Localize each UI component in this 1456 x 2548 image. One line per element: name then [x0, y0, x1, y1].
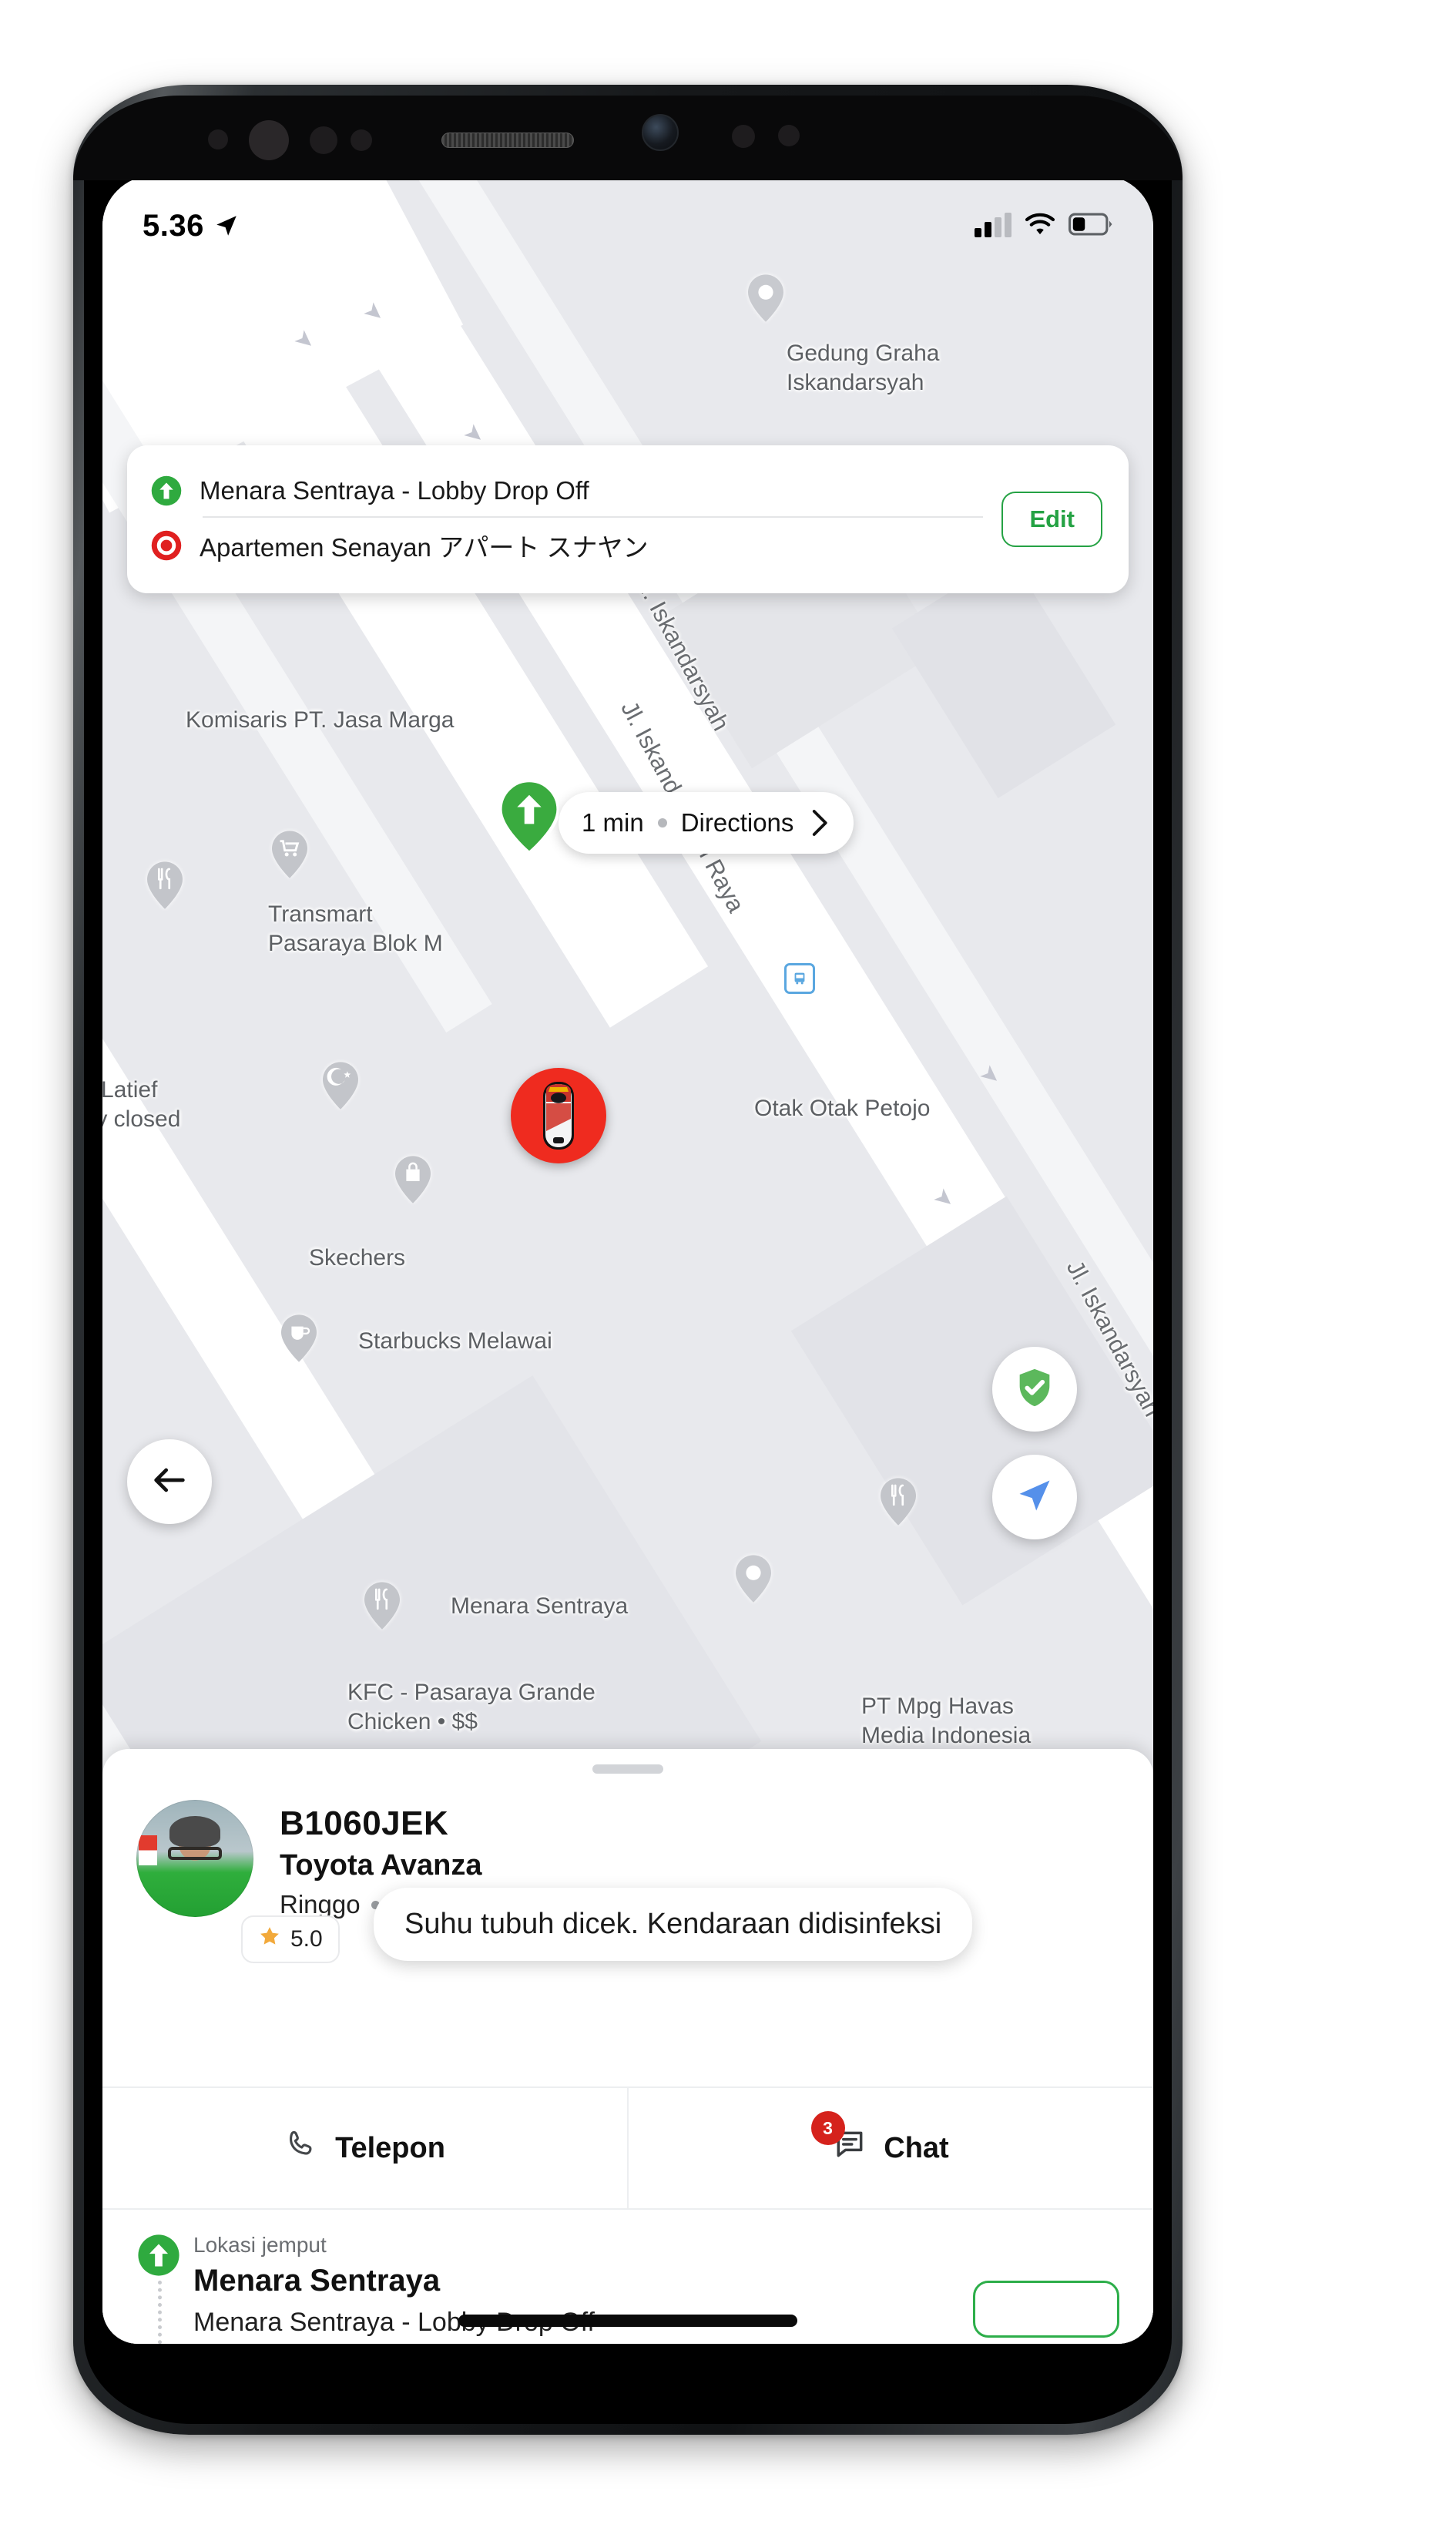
battery-icon	[1069, 213, 1113, 240]
navigation-arrow-icon	[213, 213, 240, 239]
call-button-label: Telepon	[335, 2131, 445, 2164]
sensor-dot	[310, 126, 337, 154]
pickup-arrow-pin-icon[interactable]	[498, 778, 560, 855]
chevron-right-icon	[807, 807, 830, 838]
map-poi-label: ALatief ily closed	[102, 1076, 180, 1133]
map-poi-label: KFC - Pasaraya Grande Chicken • $$	[347, 1678, 595, 1736]
pickup-arrow-icon	[150, 475, 183, 507]
map-poi-label: Gedung Graha Iskandarsyah	[787, 339, 939, 397]
map-poi-label-line2: Iskandarsyah	[787, 369, 924, 395]
status-bar: 5.36	[102, 199, 1153, 253]
trip-address-card: Menara Sentraya - Lobby Drop Off Apartem…	[127, 445, 1129, 593]
map-poi-label-line2: ily closed	[102, 1106, 181, 1132]
bag-icon	[395, 1156, 431, 1204]
map-poi-label-line1: KFC - Pasaraya Grande	[347, 1680, 595, 1705]
map-poi-label-line1: PT Mpg Havas	[861, 1694, 1014, 1719]
star-icon	[258, 1925, 281, 1954]
locate-me-button[interactable]	[992, 1455, 1077, 1539]
directions-pill[interactable]: 1 min Directions	[559, 792, 854, 854]
shopping-cart-icon	[272, 831, 307, 878]
chat-button-label: Chat	[884, 2131, 949, 2164]
sensor-dot	[351, 129, 372, 151]
car-top-view-icon[interactable]	[511, 1068, 606, 1163]
shield-check-icon	[1012, 1365, 1057, 1414]
restaurant-icon	[364, 1582, 400, 1630]
status-badge: 5.0	[241, 1915, 340, 1963]
map-poi-label-line2: Pasaraya Blok M	[268, 930, 443, 956]
driver-plate: B1060JEK	[280, 1804, 449, 1842]
bottom-action-button[interactable]	[973, 2281, 1119, 2338]
phone-screen: ➤ ➤ ➤ ➤ ➤ Jl. Iskandarsyah Jl. Iskandars…	[102, 176, 1153, 2344]
separator-dot	[657, 818, 667, 828]
map-poi-label: Transmart Pasaraya Blok M	[268, 900, 443, 958]
call-button[interactable]: Telepon	[102, 2088, 627, 2208]
pickup-address-text: Menara Sentraya - Lobby Drop Off	[200, 476, 589, 505]
map-poi-label-line1: Gedung Graha	[787, 341, 940, 366]
directions-label: Directions	[680, 808, 794, 837]
generic-place-icon	[736, 1555, 771, 1603]
chat-unread-badge: 3	[810, 2111, 845, 2145]
edit-button[interactable]: Edit	[1001, 492, 1102, 547]
pickup-text: Lokasi jemput Menara Sentraya Menara Sen…	[186, 2233, 595, 2344]
pickup-title: Menara Sentraya	[193, 2264, 441, 2298]
cellular-signal-icon	[975, 213, 1011, 237]
rating-value: 5.0	[290, 1926, 323, 1952]
arrow-left-icon	[149, 1460, 190, 1504]
map-poi-label-line1: ALatief	[102, 1077, 158, 1103]
eta-text: 1 min	[582, 808, 644, 837]
mosque-icon	[323, 1062, 358, 1110]
driver-bottom-sheet: B1060JEK Toyota Avanza Ringgo Sedang men…	[102, 1749, 1153, 2344]
driver-vehicle: Toyota Avanza	[280, 1849, 482, 1882]
pickup-address-row[interactable]: Menara Sentraya - Lobby Drop Off	[150, 465, 983, 516]
chat-button[interactable]: 3 Chat	[627, 2088, 1153, 2208]
map-poi-label-line2: Chicken • $$	[347, 1708, 478, 1734]
safety-tooltip: Suhu tubuh dicek. Kendaraan didisinfeksi	[374, 1888, 973, 1961]
map-poi-label: Komisaris PT. Jasa Marga	[186, 707, 455, 733]
generic-place-icon	[748, 274, 783, 322]
wifi-icon	[1024, 212, 1056, 240]
map-poi-label: Starbucks Melawai	[358, 1328, 552, 1354]
map-poi-label: Skechers	[309, 1245, 406, 1271]
route-dotted-line	[158, 2281, 162, 2344]
map-poi-label: Otak Otak Petojo	[754, 1096, 931, 1121]
avatar-hair	[169, 1816, 221, 1847]
phone-sensor-strip	[73, 96, 1183, 180]
restaurant-icon	[147, 861, 183, 909]
avatar-background-flag	[139, 1835, 158, 1866]
avatar[interactable]	[136, 1800, 253, 1917]
pickup-arrow-icon	[136, 2234, 181, 2281]
driver-action-row: Telepon 3 Chat	[102, 2086, 1153, 2210]
restaurant-icon	[881, 1478, 916, 1526]
navigation-locate-icon	[1015, 1475, 1055, 1519]
map-poi-label: Menara Sentraya	[451, 1593, 629, 1619]
sensor-dot	[732, 125, 755, 148]
sensor-dot	[208, 129, 228, 149]
safety-shield-button[interactable]	[992, 1347, 1077, 1432]
sensor-dot	[778, 125, 800, 146]
map-poi-label: PT Mpg Havas Media Indonesia	[861, 1692, 1031, 1750]
destination-address-text: Apartemen Senayan アパート スナヤン	[200, 533, 649, 562]
home-indicator	[458, 2315, 797, 2327]
pickup-label: Lokasi jemput	[193, 2233, 327, 2257]
sheet-drag-handle[interactable]	[592, 1764, 663, 1774]
bus-stop-icon	[784, 963, 815, 994]
front-camera	[642, 114, 679, 151]
map-poi-label-line2: Media Indonesia	[861, 1722, 1032, 1748]
map-poi-label-line1: Transmart	[268, 901, 373, 927]
cafe-icon	[281, 1314, 317, 1362]
back-button[interactable]	[127, 1439, 212, 1524]
status-time: 5.36	[143, 208, 204, 243]
status-indicators	[975, 212, 1113, 240]
destination-target-icon	[150, 529, 183, 562]
sensor-dot	[249, 120, 289, 160]
avatar-glasses	[168, 1846, 222, 1860]
address-rows: Menara Sentraya - Lobby Drop Off Apartem…	[150, 465, 984, 573]
destination-address-row[interactable]: Apartemen Senayan アパート スナヤン	[150, 518, 983, 573]
phone-icon	[284, 2127, 318, 2169]
pickup-rail	[136, 2233, 186, 2344]
earpiece-speaker	[441, 133, 574, 148]
